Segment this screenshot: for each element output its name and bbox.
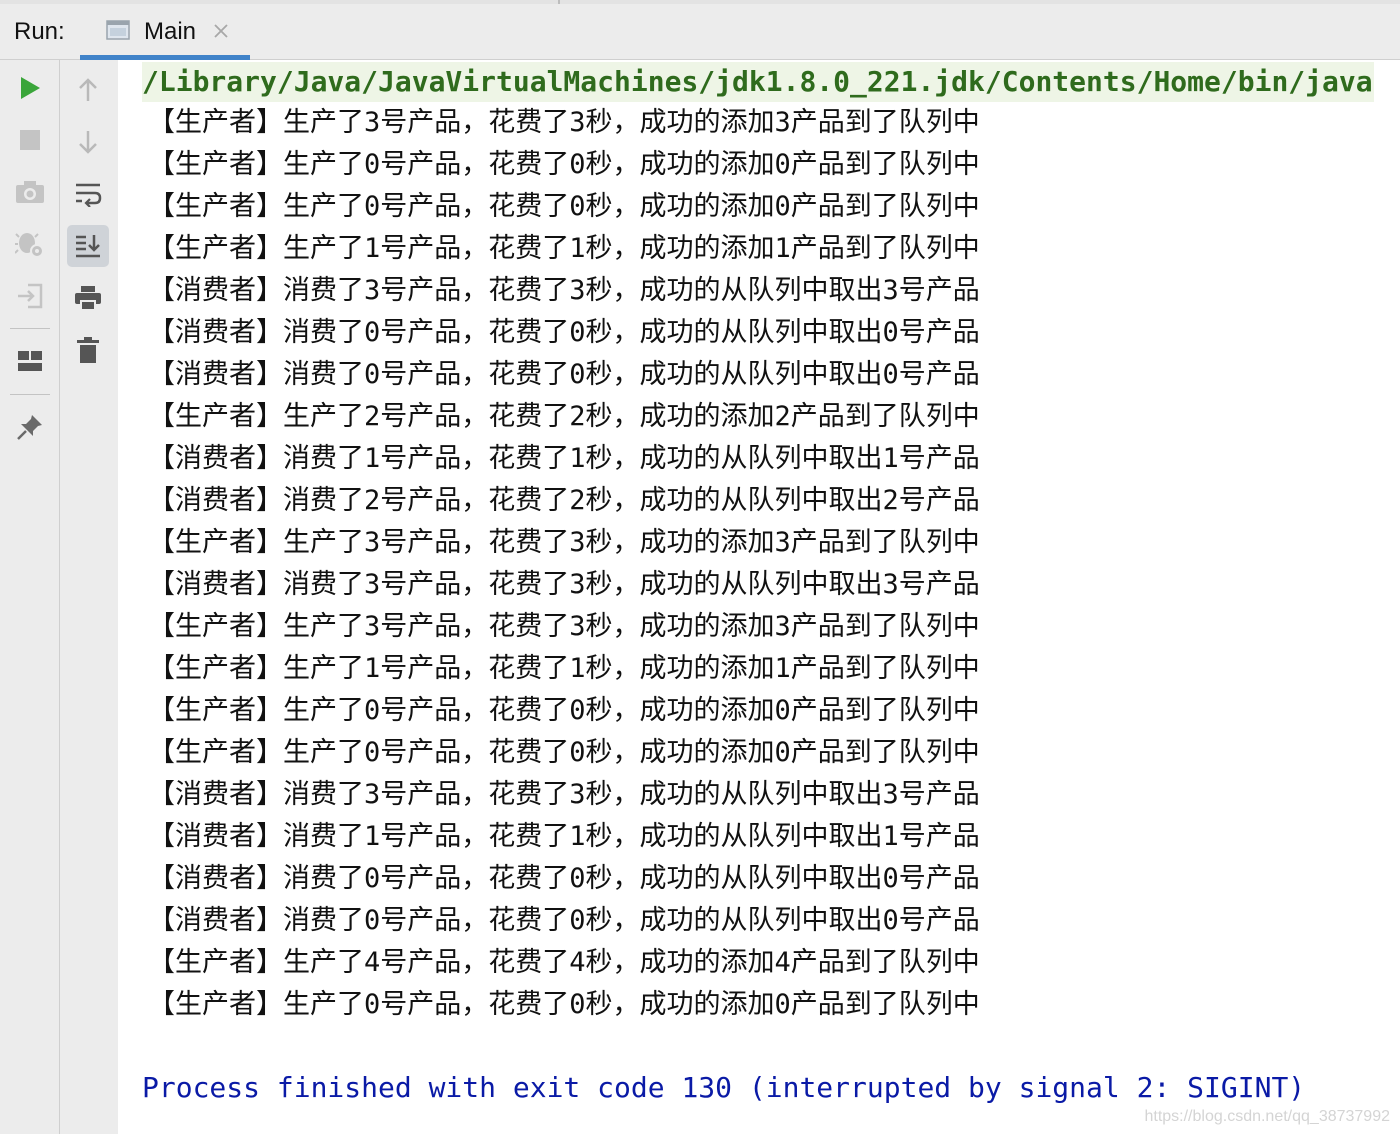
console-output[interactable]: /Library/Java/JavaVirtualMachines/jdk1.8…	[118, 60, 1400, 1134]
rerun-button[interactable]	[9, 67, 51, 109]
dump-threads-button[interactable]	[9, 171, 51, 213]
pin-icon	[16, 413, 44, 441]
console-line: 【生产者】生产了3号产品，花费了3秒，成功的添加3产品到了队列中	[148, 527, 980, 558]
run-actions-toolbar	[0, 60, 60, 1134]
toolbar-divider	[10, 394, 50, 395]
console-line: 【生产者】生产了0号产品，花费了0秒，成功的添加0产品到了队列中	[148, 695, 980, 726]
login-icon	[16, 282, 44, 310]
console-line: 【生产者】生产了3号产品，花费了3秒，成功的添加3产品到了队列中	[148, 107, 980, 138]
run-tool-window: Run: Main /Library/Java/JavaVirtualMachi…	[0, 0, 1400, 1134]
print-icon	[74, 285, 102, 311]
header-top-strip	[0, 0, 1400, 4]
watermark: https://blog.csdn.net/qq_38737992	[1144, 1108, 1390, 1125]
console-line: 【消费者】消费了0号产品，花费了0秒，成功的从队列中取出0号产品	[148, 905, 980, 936]
print-button[interactable]	[67, 277, 109, 319]
arrow-down-icon	[77, 129, 99, 155]
scroll-to-end-button[interactable]	[67, 225, 109, 267]
console-line: 【消费者】消费了1号产品，花费了1秒，成功的从队列中取出1号产品	[148, 821, 980, 852]
camera-icon	[15, 180, 45, 204]
exit-message: Process finished with exit code 130 (int…	[142, 1071, 1306, 1104]
console-line: 【生产者】生产了0号产品，花费了0秒，成功的添加0产品到了队列中	[148, 989, 980, 1020]
run-label: Run:	[14, 18, 65, 45]
tab-label: Main	[144, 18, 197, 45]
console-line: 【消费者】消费了3号产品，花费了3秒，成功的从队列中取出3号产品	[148, 779, 980, 810]
console-line: 【生产者】生产了1号产品，花费了1秒，成功的添加1产品到了队列中	[148, 653, 980, 684]
console-window-icon	[106, 20, 130, 40]
console-line: 【生产者】生产了2号产品，花费了2秒，成功的添加2产品到了队列中	[148, 401, 980, 432]
console-line: 【生产者】生产了0号产品，花费了0秒，成功的添加0产品到了队列中	[148, 737, 980, 768]
console-line: 【消费者】消费了1号产品，花费了1秒，成功的从队列中取出1号产品	[148, 443, 980, 474]
console-line: 【消费者】消费了0号产品，花费了0秒，成功的从队列中取出0号产品	[148, 359, 980, 390]
arrow-up-icon	[77, 77, 99, 103]
close-icon[interactable]	[212, 22, 230, 40]
output-lines: 【生产者】生产了3号产品，花费了3秒，成功的添加3产品到了队列中 【生产者】生产了…	[148, 102, 980, 1026]
soft-wrap-button[interactable]	[67, 173, 109, 215]
up-stack-frame-button[interactable]	[67, 69, 109, 111]
pin-tab-button[interactable]	[9, 406, 51, 448]
stop-icon	[19, 129, 41, 151]
debug-gear-icon	[15, 229, 45, 259]
run-header: Run: Main	[0, 0, 1400, 60]
console-line: 【消费者】消费了3号产品，花费了3秒，成功的从队列中取出3号产品	[148, 275, 980, 306]
command-line[interactable]: /Library/Java/JavaVirtualMachines/jdk1.8…	[142, 62, 1374, 102]
clear-all-button[interactable]	[67, 329, 109, 371]
console-line: 【消费者】消费了0号产品，花费了0秒，成功的从队列中取出0号产品	[148, 317, 980, 348]
rerun-icon	[18, 75, 42, 101]
console-line: 【消费者】消费了2号产品，花费了2秒，成功的从队列中取出2号产品	[148, 485, 980, 516]
debug-settings-button[interactable]	[9, 223, 51, 265]
scroll-to-end-icon	[74, 233, 102, 259]
console-line: 【生产者】生产了0号产品，花费了0秒，成功的添加0产品到了队列中	[148, 191, 980, 222]
console-actions-toolbar	[60, 60, 118, 1134]
console-line: 【生产者】生产了0号产品，花费了0秒，成功的添加0产品到了队列中	[148, 149, 980, 180]
layout-settings-button[interactable]	[9, 340, 51, 382]
soft-wrap-icon	[74, 181, 102, 207]
layout-icon	[17, 350, 43, 372]
console-line: 【消费者】消费了0号产品，花费了0秒，成功的从队列中取出0号产品	[148, 863, 980, 894]
console-line: 【生产者】生产了4号产品，花费了4秒，成功的添加4产品到了队列中	[148, 947, 980, 978]
toolbar-divider	[10, 328, 50, 329]
console-line: 【消费者】消费了3号产品，花费了3秒，成功的从队列中取出3号产品	[148, 569, 980, 600]
tab-main[interactable]: Main	[80, 8, 250, 60]
trash-icon	[76, 336, 100, 364]
console-line: 【生产者】生产了1号产品，花费了1秒，成功的添加1产品到了队列中	[148, 233, 980, 264]
restore-layout-button[interactable]	[9, 275, 51, 317]
down-stack-frame-button[interactable]	[67, 121, 109, 163]
console-line: 【生产者】生产了3号产品，花费了3秒，成功的添加3产品到了队列中	[148, 611, 980, 642]
stop-button[interactable]	[9, 119, 51, 161]
header-separator	[558, 0, 560, 4]
